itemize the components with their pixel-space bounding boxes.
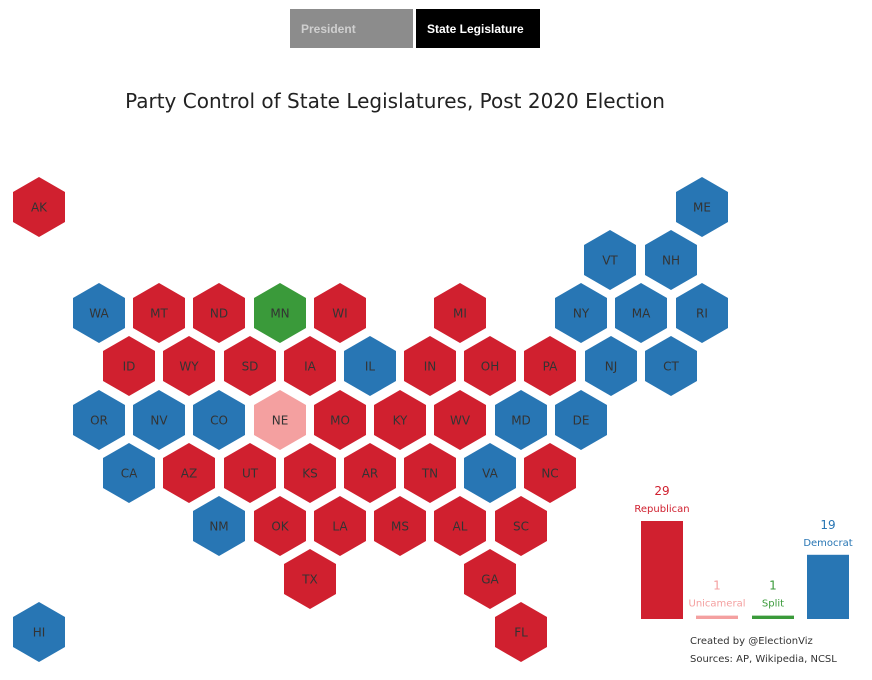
state-label-la: LA <box>332 520 348 534</box>
state-label-pa: PA <box>543 360 558 374</box>
summary-bar-republican <box>641 521 683 619</box>
summary-value-label: 1 <box>769 579 777 593</box>
summary-value-label: 1 <box>713 579 721 593</box>
state-label-wv: WV <box>450 414 471 428</box>
state-label-ar: AR <box>362 467 379 481</box>
state-label-ms: MS <box>391 520 409 534</box>
state-label-ok: OK <box>271 520 289 534</box>
summary-value-label: 29 <box>654 484 669 498</box>
state-label-mn: MN <box>270 307 289 321</box>
state-label-ga: GA <box>481 573 499 587</box>
state-label-tn: TN <box>421 467 438 481</box>
state-label-ky: KY <box>393 414 408 428</box>
state-label-nm: NM <box>209 520 228 534</box>
state-label-ak: AK <box>31 201 48 215</box>
state-label-me: ME <box>693 201 711 215</box>
state-label-nd: ND <box>210 307 228 321</box>
credit-created-by: Created by @ElectionViz <box>690 636 813 647</box>
state-label-ut: UT <box>242 467 259 481</box>
summary-bar-split <box>752 615 794 619</box>
state-label-vt: VT <box>602 254 618 268</box>
state-label-wi: WI <box>332 307 347 321</box>
state-label-ct: CT <box>663 360 679 374</box>
state-label-nj: NJ <box>605 360 618 374</box>
state-label-md: MD <box>511 414 531 428</box>
state-label-wy: WY <box>179 360 199 374</box>
state-label-mi: MI <box>453 307 467 321</box>
state-label-ia: IA <box>304 360 317 374</box>
credit-sources: Sources: AP, Wikipedia, NCSL <box>690 654 837 665</box>
state-label-oh: OH <box>481 360 499 374</box>
state-label-sd: SD <box>242 360 259 374</box>
state-label-id: ID <box>123 360 136 374</box>
state-label-nc: NC <box>541 467 558 481</box>
state-label-il: IL <box>365 360 376 374</box>
state-label-nv: NV <box>150 414 168 428</box>
state-label-ma: MA <box>632 307 651 321</box>
state-label-in: IN <box>424 360 437 374</box>
state-label-mo: MO <box>330 414 350 428</box>
state-label-va: VA <box>482 467 498 481</box>
summary-category-label: Unicameral <box>689 599 746 610</box>
summary-value-label: 19 <box>820 518 835 532</box>
state-label-sc: SC <box>513 520 529 534</box>
state-label-ca: CA <box>121 467 138 481</box>
summary-bar-democrat <box>807 554 849 619</box>
state-label-mt: MT <box>150 307 168 321</box>
state-label-nh: NH <box>662 254 680 268</box>
state-hex-map: AK ME VT NH WA MT ND MN WI MI NY MA RI ID WY SD IA IL IN OH… <box>13 177 853 662</box>
state-label-de: DE <box>573 414 590 428</box>
summary-category-label: Split <box>762 599 784 610</box>
state-label-ks: KS <box>302 467 318 481</box>
state-label-wa: WA <box>89 307 109 321</box>
summary-bar-unicameral <box>696 615 738 619</box>
state-label-ri: RI <box>696 307 708 321</box>
summary-category-label: Republican <box>634 504 689 515</box>
state-label-ny: NY <box>573 307 590 321</box>
state-label-al: AL <box>453 520 468 534</box>
summary-category-label: Democrat <box>803 538 852 549</box>
state-label-fl: FL <box>514 626 528 640</box>
state-label-ne: NE <box>272 414 289 428</box>
state-label-az: AZ <box>181 467 197 481</box>
state-label-hi: HI <box>33 626 46 640</box>
state-label-or: OR <box>90 414 108 428</box>
state-label-tx: TX <box>301 573 318 587</box>
state-label-co: CO <box>210 414 228 428</box>
